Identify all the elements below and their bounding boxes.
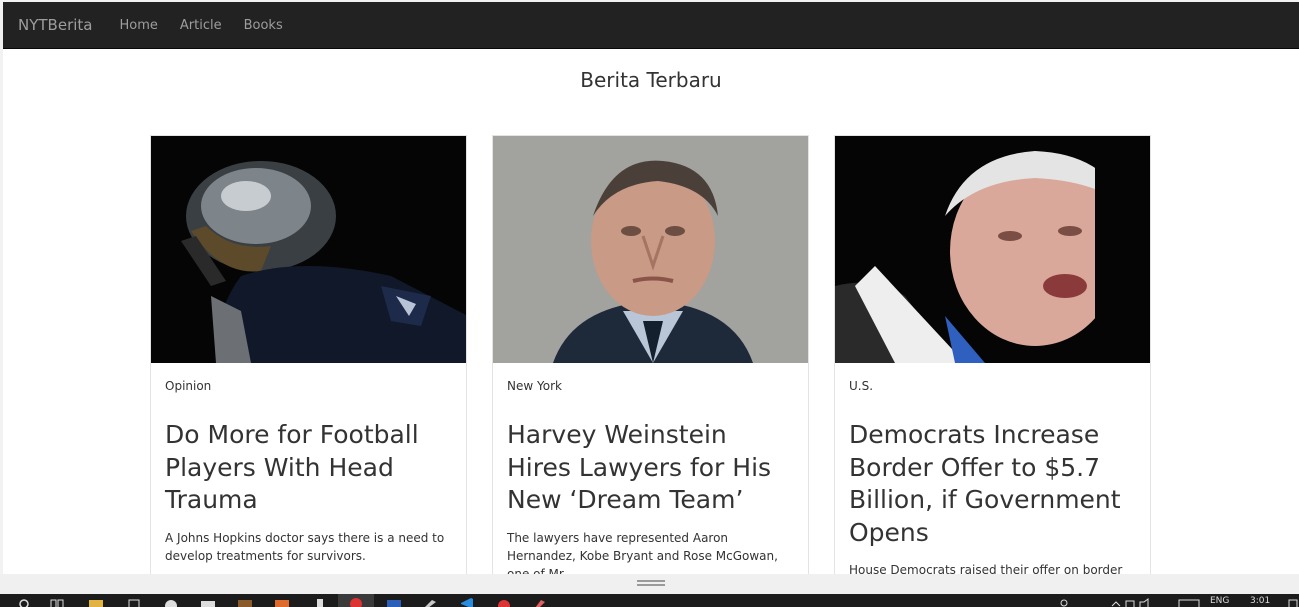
vscode-icon[interactable]	[459, 598, 475, 607]
store-icon[interactable]	[127, 598, 141, 607]
nav-link-books[interactable]: Books	[244, 18, 283, 33]
browser-viewport: NYTBerita Home Article Books Berita Terb…	[3, 2, 1299, 574]
article-card[interactable]: Opinion Do More for Football Players Wit…	[150, 135, 467, 574]
office-icon[interactable]	[274, 598, 290, 607]
nav-link-home[interactable]: Home	[119, 18, 157, 33]
article-image-harvey-weinstein[interactable]	[493, 136, 809, 363]
edge-icon[interactable]	[163, 598, 179, 607]
brand-link[interactable]: NYTBerita	[18, 16, 92, 34]
article-image-democrat-politician[interactable]	[835, 136, 1151, 363]
keyboard-icon[interactable]	[1178, 598, 1200, 607]
article-section: U.S.	[849, 379, 874, 393]
nav-link-article[interactable]: Article	[180, 18, 222, 33]
mail-icon[interactable]	[200, 598, 216, 607]
article-headline[interactable]: Do More for Football Players With Head T…	[165, 419, 452, 517]
word-icon[interactable]	[386, 598, 402, 607]
article-abstract: A Johns Hopkins doctor says there is a n…	[165, 530, 445, 563]
app-red-icon[interactable]	[496, 598, 512, 607]
article-section: Opinion	[165, 379, 212, 393]
chrome-active-icon[interactable]	[338, 594, 374, 607]
notes-icon[interactable]	[313, 598, 327, 607]
article-headline[interactable]: Democrats Increase Border Offer to $5.7 …	[849, 419, 1136, 549]
task-view-icon[interactable]	[50, 598, 64, 607]
resize-grip-icon[interactable]	[637, 580, 665, 586]
language-indicator[interactable]: ENG	[1210, 596, 1229, 606]
article-headline[interactable]: Harvey Weinstein Hires Lawyers for His N…	[507, 419, 794, 517]
notification-icon[interactable]	[1288, 598, 1298, 607]
app-icon[interactable]	[237, 598, 253, 607]
tray-icons[interactable]	[1110, 598, 1150, 607]
article-section: New York	[507, 379, 562, 393]
navbar: NYTBerita Home Article Books	[3, 2, 1299, 49]
article-card[interactable]: New York Harvey Weinstein Hires Lawyers …	[492, 135, 809, 574]
clock[interactable]: 3:01	[1250, 596, 1270, 606]
file-explorer-icon[interactable]	[88, 598, 104, 607]
search-icon[interactable]	[18, 598, 32, 607]
people-icon[interactable]	[1058, 598, 1070, 607]
page-title: Berita Terbaru	[580, 68, 722, 92]
app-extra-icon[interactable]	[532, 598, 548, 607]
article-abstract: The lawyers have represented Aaron Herna…	[507, 530, 778, 575]
article-card[interactable]: U.S. Democrats Increase Border Offer to …	[834, 135, 1151, 574]
devtools-resize-bar[interactable]	[0, 574, 1299, 594]
tool-icon[interactable]	[422, 598, 438, 607]
article-image-football-helmet[interactable]	[151, 136, 467, 363]
article-abstract: House Democrats raised their offer on bo…	[849, 563, 1123, 574]
os-taskbar: ENG 3:01	[0, 594, 1299, 607]
